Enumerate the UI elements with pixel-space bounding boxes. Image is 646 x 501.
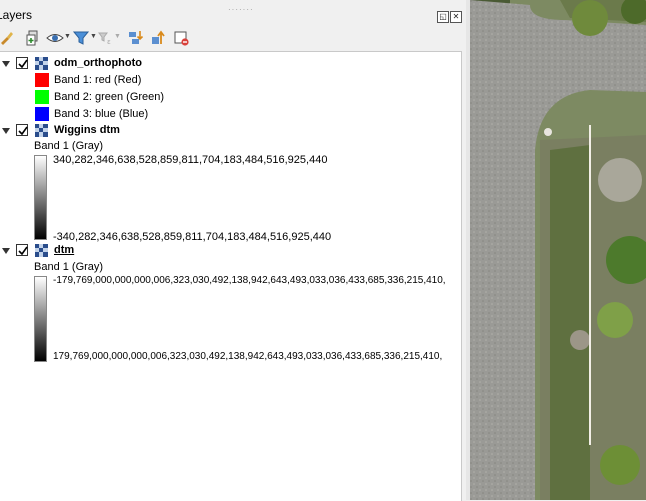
- float-panel-button[interactable]: ◱: [437, 11, 449, 23]
- filter-expression-icon: ε: [98, 32, 111, 46]
- layer-visibility-checkbox[interactable]: [16, 244, 28, 256]
- ramp-max-value: -179,769,000,000,000,006,323,030,492,138…: [53, 275, 446, 286]
- raster-layer-icon: [35, 124, 48, 137]
- map-canvas[interactable]: [470, 0, 646, 500]
- gray-color-ramp: [34, 155, 47, 240]
- visibility-dropdown-chevron-icon[interactable]: ▼: [64, 33, 71, 40]
- raster-layer-icon: [35, 57, 48, 70]
- expand-arrow-icon[interactable]: [2, 128, 10, 134]
- svg-text:ε: ε: [107, 38, 111, 46]
- layer-tree: odm_orthophoto Band 1: red (Red) Band 2:…: [0, 51, 462, 501]
- filter-legend-icon[interactable]: [72, 29, 90, 47]
- expression-dropdown-chevron-icon: ▼: [114, 33, 121, 40]
- expand-all-icon[interactable]: [126, 29, 144, 47]
- collapse-all-icon[interactable]: [149, 29, 167, 47]
- band-color-swatch-blue: [35, 107, 49, 121]
- band-label: Band 1 (Gray): [34, 261, 104, 273]
- drag-grip-icon[interactable]: ·······: [228, 5, 254, 14]
- layer-visibility-checkbox[interactable]: [16, 57, 28, 69]
- layer-name[interactable]: Wiggins dtm: [54, 124, 120, 136]
- band-label: Band 1: red (Red): [54, 74, 142, 86]
- band-color-swatch-green: [35, 90, 49, 104]
- remove-layer-icon[interactable]: [172, 29, 190, 47]
- aerial-orthophoto-image: [470, 0, 646, 500]
- visibility-eye-icon[interactable]: [46, 29, 64, 47]
- layers-panel: Layers ······· ◱ ✕ ▼ ▼ ε ▼: [0, 0, 466, 501]
- layer-name-selected[interactable]: dtm: [54, 244, 74, 256]
- ramp-min-value: 179,769,000,000,000,006,323,030,492,138,…: [53, 351, 443, 362]
- ramp-max-value: 340,282,346,638,528,859,811,704,183,484,…: [53, 154, 328, 166]
- expand-arrow-icon[interactable]: [2, 248, 10, 254]
- ramp-min-value: -340,282,346,638,528,859,811,704,183,484…: [53, 231, 332, 243]
- add-group-icon[interactable]: [24, 29, 42, 47]
- style-manager-icon[interactable]: [0, 29, 16, 47]
- layer-name[interactable]: odm_orthophoto: [54, 57, 142, 69]
- raster-layer-icon: [35, 244, 48, 257]
- band-label: Band 1 (Gray): [34, 140, 104, 152]
- band-label: Band 3: blue (Blue): [54, 108, 149, 120]
- panel-title-bar: Layers ······· ◱ ✕: [0, 4, 466, 24]
- close-panel-button[interactable]: ✕: [450, 11, 462, 23]
- gray-color-ramp: [34, 276, 47, 362]
- expand-arrow-icon[interactable]: [2, 61, 10, 67]
- layer-visibility-checkbox[interactable]: [16, 124, 28, 136]
- panel-title: Layers: [0, 8, 33, 22]
- band-label: Band 2: green (Green): [54, 91, 165, 103]
- band-color-swatch-red: [35, 73, 49, 87]
- layers-toolbar: ▼ ▼ ε ▼: [0, 25, 466, 51]
